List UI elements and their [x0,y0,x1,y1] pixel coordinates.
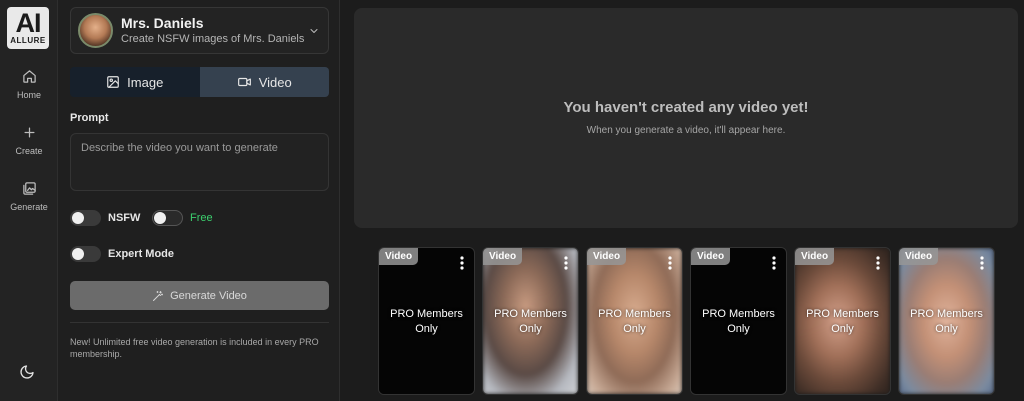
prompt-box [70,133,329,191]
gallery-card[interactable]: Video PRO Members Only [794,247,891,395]
tab-image[interactable]: Image [70,67,200,97]
tab-video[interactable]: Video [199,67,329,97]
nsfw-label: NSFW [108,212,141,224]
pro-line2: Only [415,323,438,335]
rail-item-label: Home [16,90,41,100]
video-badge: Video [379,248,419,265]
pro-members-text: PRO Members Only [899,307,994,337]
theme-toggle[interactable] [19,364,35,385]
pro-line2: Only [935,323,958,335]
pro-line1: PRO Members [910,308,983,320]
logo[interactable]: AI ALLURE [7,7,49,49]
divider [70,322,329,323]
prompt-input[interactable] [71,134,328,190]
pro-members-text: PRO Members Only [379,307,474,337]
tab-label: Video [258,74,292,90]
video-badge: Video [483,248,523,265]
pro-line2: Only [519,323,542,335]
magic-wand-icon [153,290,164,301]
pro-line1: PRO Members [702,308,775,320]
toggle-knob [154,212,166,224]
pro-members-text: PRO Members Only [587,307,682,337]
nsfw-toggle[interactable] [70,210,101,226]
empty-state-title: You haven't created any video yet! [563,99,809,116]
avatar [78,13,113,48]
free-toggle[interactable] [152,210,183,226]
rail-item-home[interactable]: Home [0,69,58,100]
video-badge: Video [795,248,835,265]
generator-panel: Mrs. Daniels Create NSFW images of Mrs. … [58,0,340,401]
left-rail: AI ALLURE Home Create Generate [0,0,58,401]
empty-state-subtitle: When you generate a video, it'll appear … [586,125,786,136]
pro-line1: PRO Members [494,308,567,320]
gallery-icon [22,182,36,195]
pro-line1: PRO Members [598,308,671,320]
pro-line2: Only [623,323,646,335]
pro-members-text: PRO Members Only [691,307,786,337]
free-label: Free [190,212,213,224]
rail-item-create[interactable]: Create [0,125,58,156]
more-vertical-icon[interactable] [772,256,776,270]
gallery-card[interactable]: Video PRO Members Only [378,247,475,395]
gallery-card[interactable]: Video PRO Members Only [586,247,683,395]
logo-mark: AI [15,8,42,38]
mode-tabs: Image Video [70,67,329,97]
character-subtitle: Create NSFW images of Mrs. Daniels [121,33,305,45]
pro-line1: PRO Members [390,308,463,320]
video-icon [237,77,251,87]
more-vertical-icon[interactable] [876,256,880,270]
moon-icon [20,365,34,379]
more-vertical-icon[interactable] [668,256,672,270]
character-selector[interactable]: Mrs. Daniels Create NSFW images of Mrs. … [70,7,329,54]
chevron-down-icon [310,29,318,33]
video-badge: Video [587,248,627,265]
more-vertical-icon[interactable] [564,256,568,270]
pro-line1: PRO Members [806,308,879,320]
generate-video-button[interactable]: Generate Video [70,281,329,310]
logo-word: ALLURE [10,36,46,45]
pro-members-text: PRO Members Only [795,307,890,337]
image-icon [107,76,120,88]
gallery-card[interactable]: Video PRO Members Only [898,247,995,395]
toggle-knob [72,248,84,260]
video-badge: Video [899,248,939,265]
character-name: Mrs. Daniels [121,15,204,31]
membership-note: New! Unlimited free video generation is … [70,337,319,359]
video-badge: Video [691,248,731,265]
home-icon [22,70,36,83]
toggle-knob [72,212,84,224]
pro-line2: Only [727,323,750,335]
empty-state: You haven't created any video yet! When … [354,8,1018,228]
expert-mode-toggle[interactable] [70,246,101,262]
rail-item-label: Create [15,146,43,156]
rail-item-label: Generate [10,202,48,212]
gallery-card[interactable]: Video PRO Members Only [482,247,579,395]
expert-mode-label: Expert Mode [108,248,175,260]
gallery-card[interactable]: Video PRO Members Only [690,247,787,395]
generate-video-label: Generate Video [170,289,247,302]
more-vertical-icon[interactable] [980,256,984,270]
pro-members-text: PRO Members Only [483,307,578,337]
prompt-label: Prompt [70,112,109,124]
tab-label: Image [127,74,164,90]
pro-line2: Only [831,323,854,335]
more-vertical-icon[interactable] [460,256,464,270]
plus-icon [24,127,34,138]
rail-item-generate[interactable]: Generate [0,181,58,212]
